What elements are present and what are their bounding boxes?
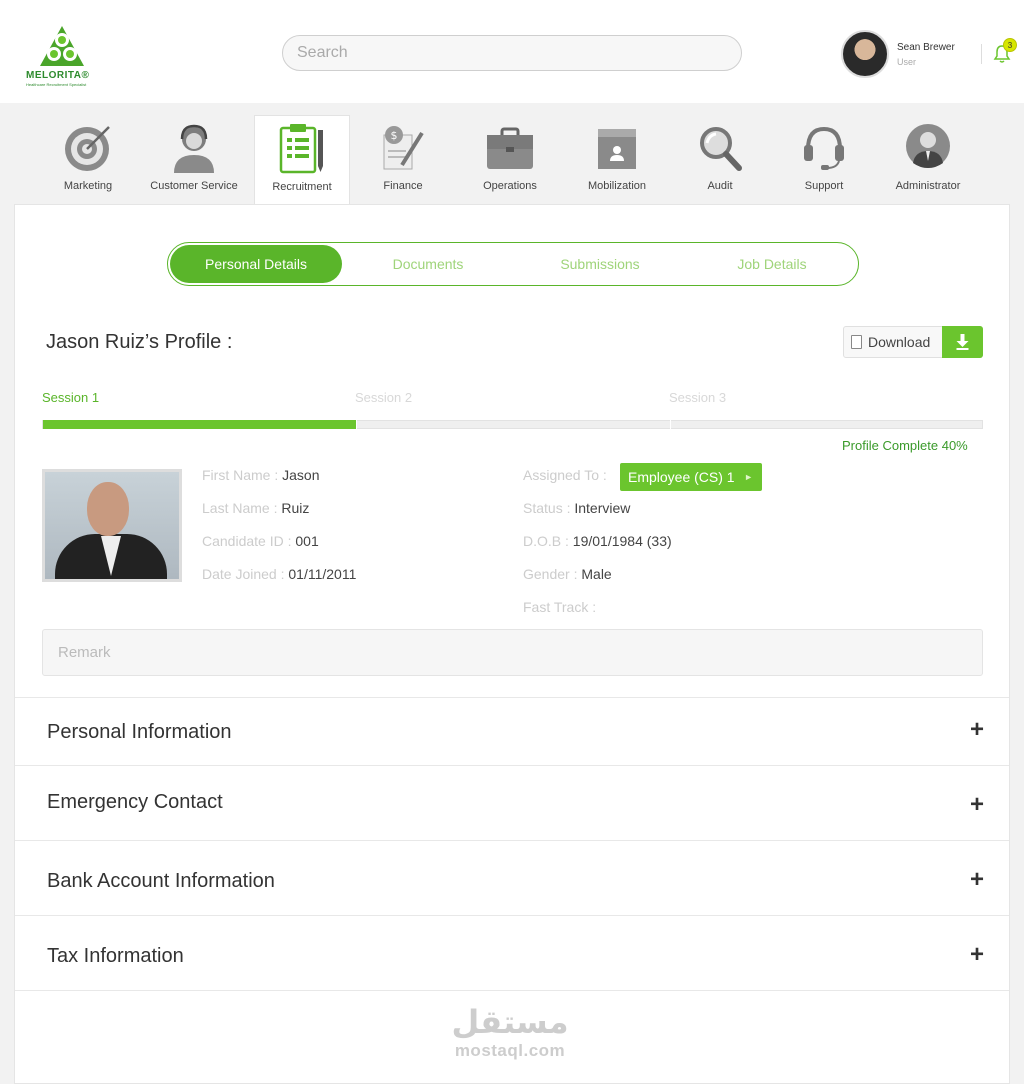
module-label: Customer Service	[150, 180, 238, 192]
module-nav: Marketing Customer Service Recruitment $…	[35, 115, 995, 207]
assigned-to-label: Assigned To :	[523, 467, 607, 483]
module-support[interactable]: Support	[776, 115, 872, 205]
section-personal-information[interactable]: Personal Information +	[15, 697, 1009, 765]
assigned-to-dropdown[interactable]: Employee (CS) 1 ►	[620, 463, 762, 491]
section-label: Tax Information	[47, 945, 184, 967]
first-name-field: First Name : Jason	[202, 467, 320, 483]
profile-title: Jason Ruiz’s Profile :	[46, 331, 233, 353]
section-emergency-contact[interactable]: Emergency Contact +	[15, 765, 1009, 840]
tab-personal-details[interactable]: Personal Details	[170, 245, 342, 283]
download-label: Download	[868, 334, 931, 350]
header-divider	[981, 44, 982, 64]
agent-icon	[174, 124, 214, 173]
plus-icon[interactable]: +	[970, 791, 984, 819]
clipboard-icon	[279, 124, 323, 174]
target-icon	[65, 126, 110, 171]
finance-pen-icon: $	[383, 126, 424, 170]
module-label: Marketing	[63, 180, 113, 192]
svg-text:$: $	[391, 129, 398, 142]
module-audit[interactable]: Audit	[672, 115, 768, 205]
session-3-label[interactable]: Session 3	[669, 390, 726, 405]
module-label: Mobilization	[587, 180, 647, 192]
download-button[interactable]: Download	[843, 326, 983, 358]
headset-icon	[804, 126, 844, 170]
briefcase-icon	[487, 127, 533, 169]
candidate-id-field: Candidate ID : 001	[202, 533, 319, 549]
watermark-latin: mostaql.com	[454, 1041, 566, 1060]
top-header: MELORITA® Healthcare Recruitment Special…	[0, 0, 1024, 103]
user-avatar[interactable]	[841, 30, 889, 78]
module-recruitment[interactable]: Recruitment	[254, 115, 350, 207]
plus-icon[interactable]: +	[970, 866, 984, 894]
admin-user-icon	[906, 124, 950, 168]
module-marketing[interactable]: Marketing	[40, 115, 136, 205]
module-operations[interactable]: Operations	[462, 115, 558, 205]
assigned-to-value: Employee (CS) 1	[628, 469, 735, 485]
document-icon	[851, 335, 862, 349]
date-joined-field: Date Joined : 01/11/2011	[202, 566, 357, 582]
module-label: Support	[804, 180, 844, 192]
module-label: Administrator	[895, 180, 961, 192]
profile-card: Personal Details Documents Submissions J…	[14, 204, 1010, 1084]
last-name-field: Last Name : Ruiz	[202, 500, 310, 516]
section-label: Emergency Contact	[47, 791, 223, 813]
download-arrow-button[interactable]	[942, 326, 983, 358]
module-mobilization[interactable]: Mobilization	[569, 115, 665, 205]
tab-submissions[interactable]: Submissions	[514, 245, 686, 283]
status-field: Status : Interview	[523, 500, 631, 516]
tab-job-details[interactable]: Job Details	[686, 245, 858, 283]
progress-separator	[356, 420, 357, 429]
module-label: Operations	[483, 180, 537, 192]
id-folder-icon	[598, 129, 636, 169]
logo-tagline: Healthcare Recruitment Specialist	[26, 82, 87, 87]
logo-text: MELORITA®	[26, 70, 90, 81]
section-label: Personal Information	[47, 721, 232, 743]
watermark-arabic: مستقل	[451, 1003, 569, 1041]
gender-field: Gender : Male	[523, 566, 612, 582]
user-name[interactable]: Sean Brewer	[897, 42, 955, 53]
session-2-label[interactable]: Session 2	[355, 390, 412, 405]
section-label: Bank Account Information	[47, 870, 275, 892]
module-customer-service[interactable]: Customer Service	[146, 115, 242, 205]
module-label: Recruitment	[272, 181, 332, 193]
module-finance[interactable]: $ Finance	[355, 115, 451, 205]
mostaql-watermark: مستقل mostaql.com	[440, 1003, 580, 1061]
caret-right-icon: ►	[744, 472, 753, 482]
search-input[interactable]	[282, 35, 742, 71]
download-icon	[956, 334, 969, 350]
fast-track-field: Fast Track :	[523, 599, 597, 615]
progress-fill	[43, 420, 356, 429]
remark-input[interactable]	[42, 629, 983, 676]
dob-field: D.O.B : 19/01/1984 (33)	[523, 533, 672, 549]
candidate-photo	[42, 469, 182, 582]
melorita-logo[interactable]: MELORITA® Healthcare Recruitment Special…	[26, 24, 98, 90]
plus-icon[interactable]: +	[970, 941, 984, 969]
section-divider	[15, 990, 1009, 991]
profile-tabs: Personal Details Documents Submissions J…	[167, 242, 859, 286]
logo-emblem-icon	[40, 26, 84, 66]
section-bank-account-information[interactable]: Bank Account Information +	[15, 840, 1009, 915]
profile-complete-text: Profile Complete 40%	[842, 438, 968, 453]
section-tax-information[interactable]: Tax Information +	[15, 915, 1009, 990]
session-1-label[interactable]: Session 1	[42, 390, 99, 405]
notification-badge: 3	[1003, 38, 1017, 52]
user-role: User	[897, 57, 917, 67]
plus-icon[interactable]: +	[970, 716, 984, 744]
session-progress-bar	[42, 420, 983, 429]
tab-documents[interactable]: Documents	[342, 245, 514, 283]
module-administrator[interactable]: Administrator	[880, 115, 976, 205]
magnifier-icon	[700, 127, 742, 171]
module-label: Finance	[383, 180, 423, 192]
progress-separator	[670, 420, 671, 429]
module-label: Audit	[707, 180, 733, 192]
